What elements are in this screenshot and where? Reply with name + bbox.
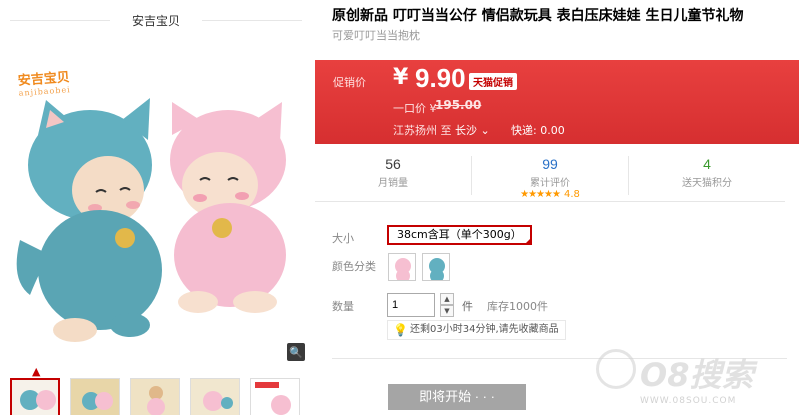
thumbnail[interactable] — [70, 378, 120, 415]
blue-plush-toy — [16, 98, 162, 342]
size-label: 大小 — [332, 232, 354, 245]
quantity-increase-button[interactable]: ▲ — [440, 293, 454, 305]
quantity-unit: 件 — [462, 300, 473, 313]
reviews-stat[interactable]: 99 累计评价 ★★★★★ 4.8 — [472, 156, 629, 200]
monthly-sales-stat: 56 月销量 — [315, 156, 472, 195]
thumbnail[interactable] — [250, 378, 300, 415]
brand-logo: 安吉宝贝 anjibaobei — [17, 70, 72, 98]
countdown-tip: 💡 还剩03小时34分钟,请先收藏商品 — [387, 320, 566, 340]
rating-stars-icon: ★★★★★ 4.8 — [520, 189, 580, 200]
quantity-label: 数量 — [332, 300, 354, 313]
quantity-input[interactable] — [387, 293, 435, 317]
product-subtitle: 可爱叮叮当当抱枕 — [332, 29, 420, 42]
gallery-column: 安吉宝贝 安吉宝贝 anjibaobei 🔍 ▲ — [0, 0, 312, 415]
quantity-decrease-button[interactable]: ▼ — [440, 305, 454, 317]
price-label: 促销价 — [333, 76, 366, 89]
size-option-selected[interactable]: 38cm含耳（单个300g） — [387, 225, 532, 245]
watermark: O8搜索 WWW.08SOU.COM — [640, 356, 754, 406]
main-product-image[interactable]: 安吉宝贝 anjibaobei — [10, 40, 302, 365]
zoom-icon[interactable]: 🔍 — [287, 343, 305, 361]
color-swatch-pink[interactable] — [388, 253, 416, 281]
pink-plush-toy — [170, 102, 286, 313]
selected-check-icon — [523, 237, 532, 245]
price-panel: 促销价 ¥ 9.90 天猫促销 一口价 ¥ 195.00 江苏扬州 至 长沙 ⌄… — [315, 60, 799, 144]
stock-count: 库存1000件 — [487, 300, 548, 313]
ship-from: 江苏扬州 至 — [393, 124, 452, 137]
thumbnail-indicator-arrow-icon: ▲ — [32, 365, 41, 378]
thumbnail[interactable] — [190, 378, 240, 415]
original-price-value: 195.00 — [435, 98, 482, 112]
thumbnail[interactable] — [10, 378, 60, 415]
thumbnail[interactable] — [130, 378, 180, 415]
points-stat: 4 送天猫积分 — [682, 156, 732, 189]
lightbulb-icon: 💡 — [393, 323, 408, 337]
original-price-label: 一口价 ¥ — [393, 102, 437, 115]
thumbnail-strip — [10, 378, 300, 415]
color-label: 颜色分类 — [332, 260, 376, 273]
sales-stats: 56 月销量 99 累计评价 ★★★★★ 4.8 4 送天猫积分 — [315, 146, 785, 202]
coming-soon-button[interactable]: 即将开始 · · · — [388, 384, 526, 410]
chevron-down-icon: ⌄ — [480, 124, 490, 137]
color-swatch-blue[interactable] — [422, 253, 450, 281]
price-value: 9.90 — [415, 63, 466, 93]
product-title: 原创新品 叮叮当当公仔 情侣款玩具 表白压床娃娃 生日儿童节礼物 — [332, 8, 744, 24]
shipping-fee: 快递: 0.00 — [511, 124, 565, 137]
price-currency: ¥ — [393, 65, 409, 90]
promo-badge: 天猫促销 — [469, 73, 517, 90]
ship-to-dropdown[interactable]: 长沙 ⌄ — [455, 122, 490, 138]
shop-divider-right — [202, 20, 302, 21]
